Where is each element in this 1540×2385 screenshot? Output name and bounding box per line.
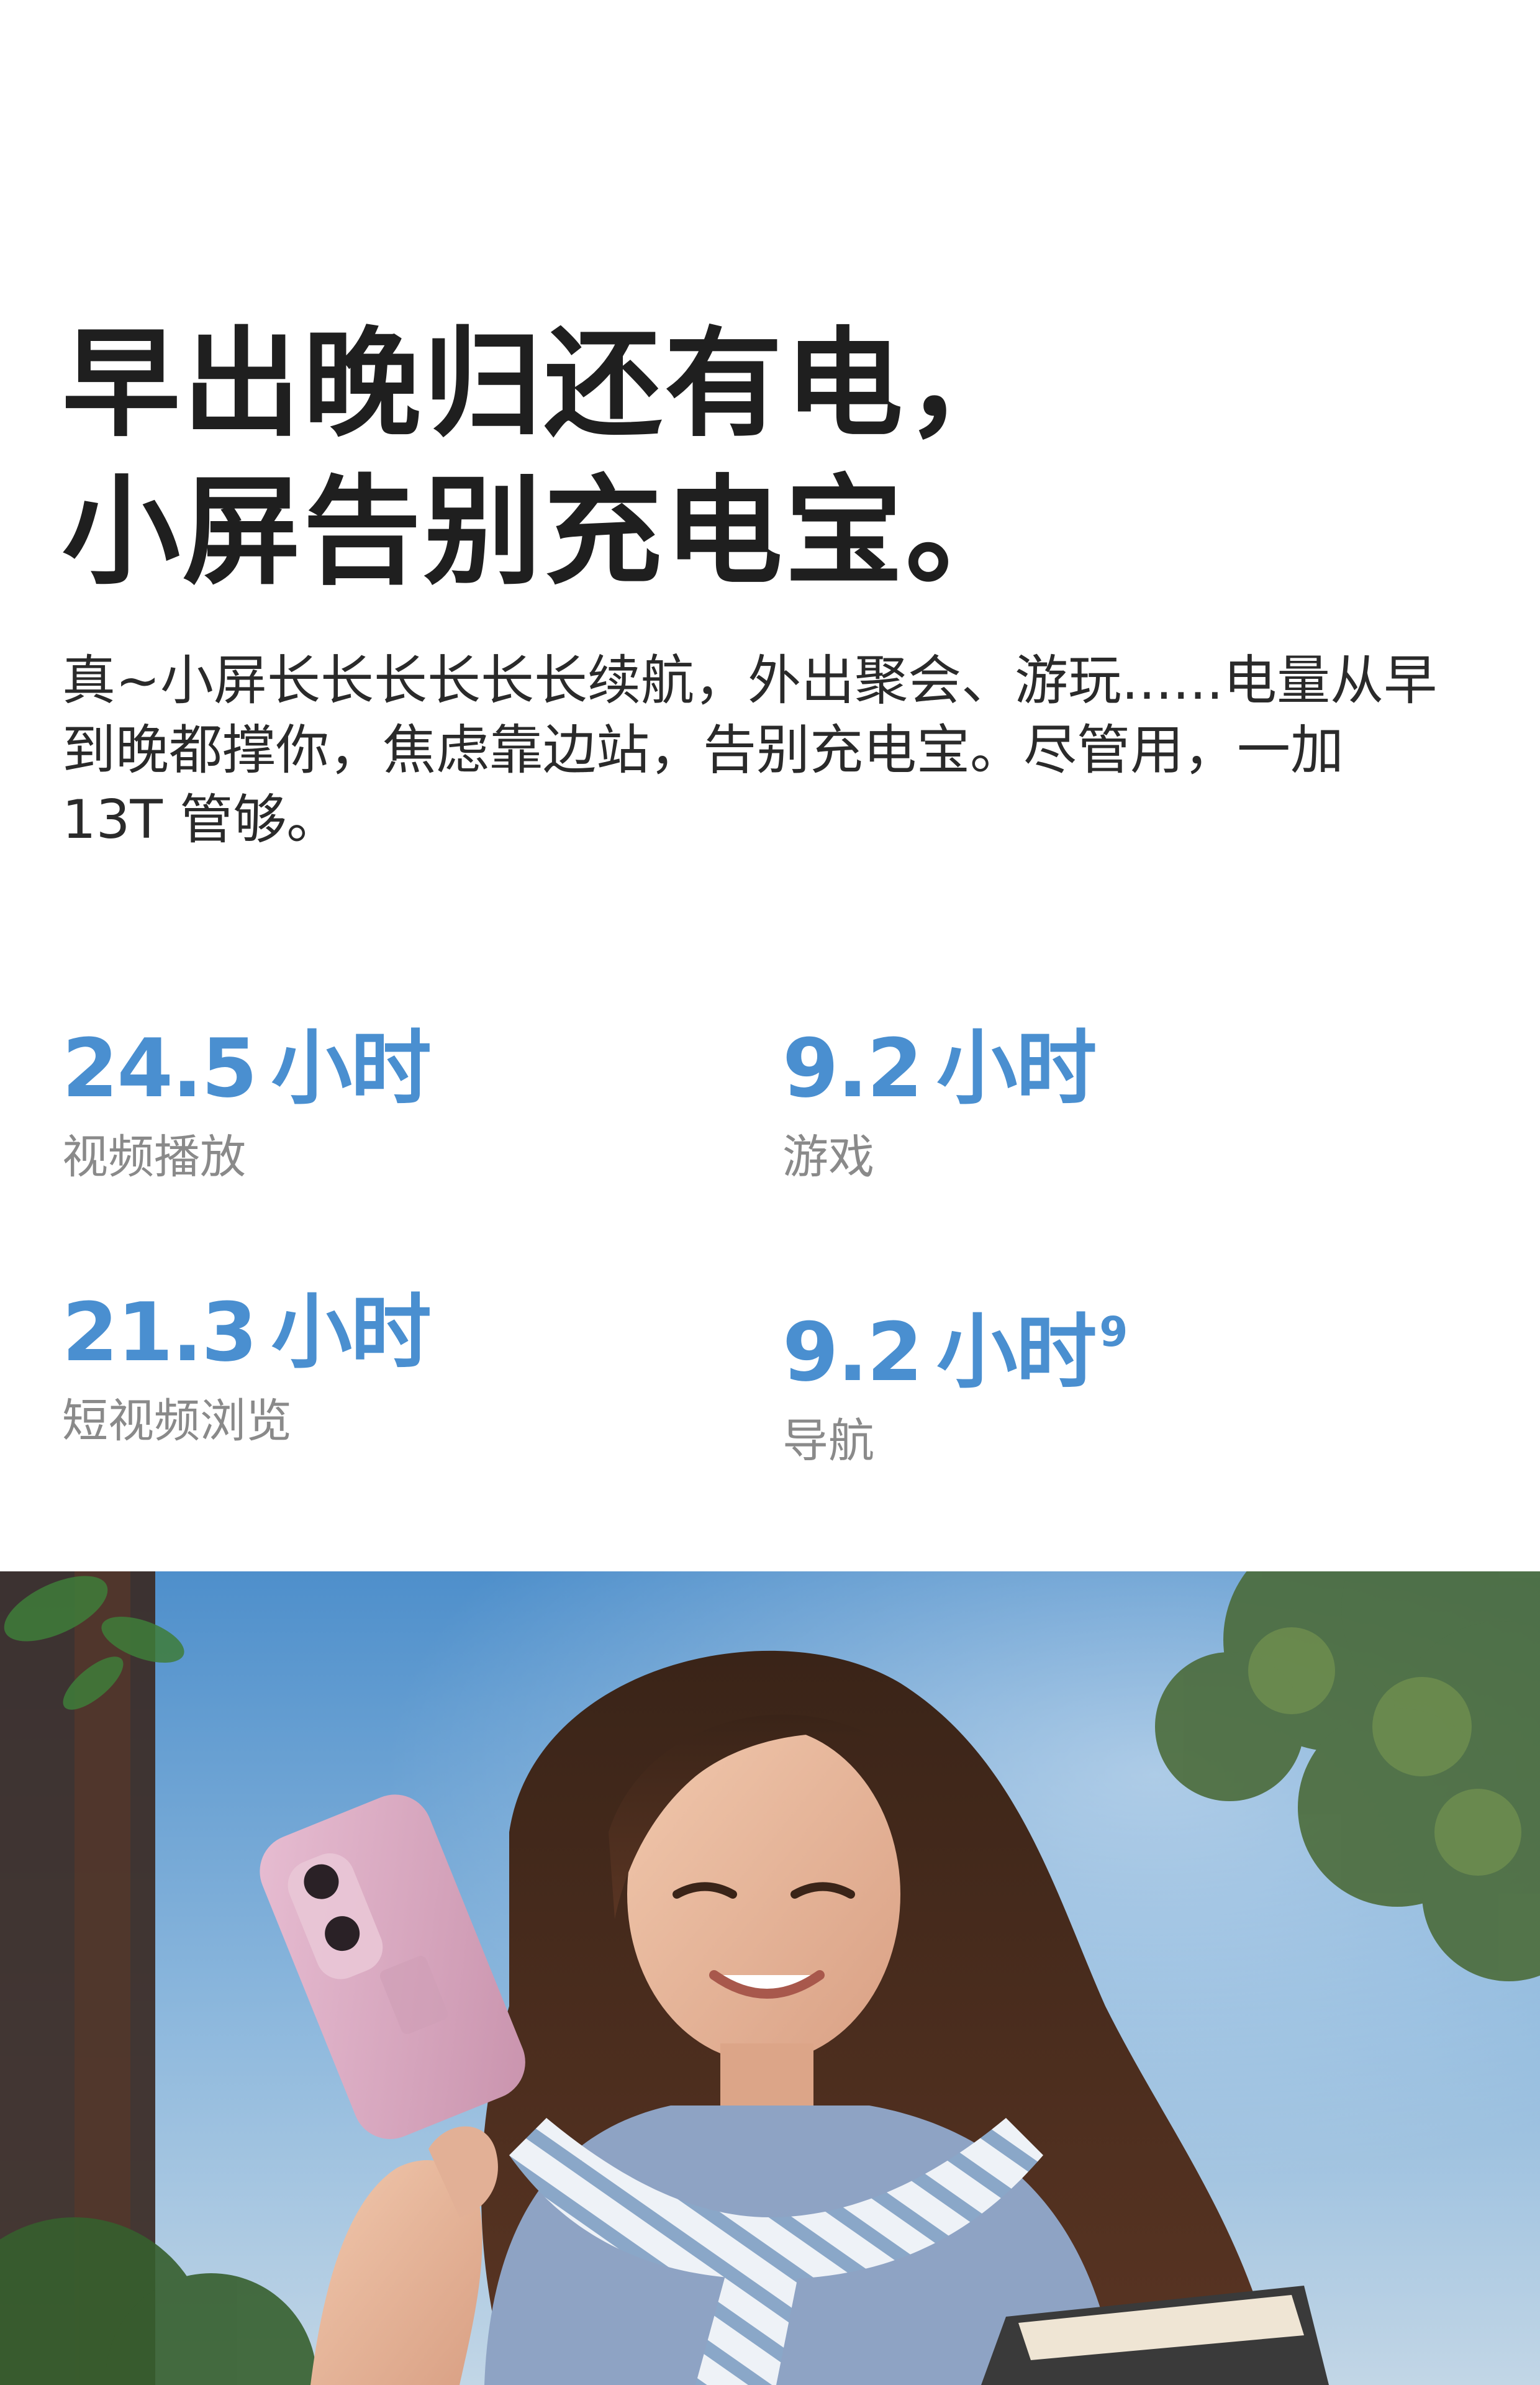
stat-gaming: 9.2 小时 游戏 bbox=[782, 1022, 1403, 1187]
stat-number: 21.3 bbox=[62, 1285, 258, 1379]
page: 早出晚归还有电， 小屏告别充电宝。 真~小屏长长长长长长续航，外出聚会、游玩..… bbox=[0, 0, 1540, 2385]
stat-short-video: 21.3 小时 短视频浏览 bbox=[62, 1286, 683, 1451]
stat-video-playback: 24.5 小时 视频播放 bbox=[62, 1022, 683, 1187]
footnote-marker: 9 bbox=[1099, 1308, 1128, 1356]
stat-value: 9.2 小时 bbox=[782, 1022, 1403, 1115]
stat-label: 视频播放 bbox=[62, 1130, 246, 1184]
stat-value: 9.2 小时9 bbox=[782, 1286, 1403, 1399]
stat-label: 短视频浏览 bbox=[62, 1394, 292, 1448]
stat-number: 9.2 bbox=[782, 1021, 923, 1115]
stat-navigation: 9.2 小时9 导航 bbox=[782, 1286, 1403, 1471]
headline-line-1: 早出晚归还有电， bbox=[62, 316, 1026, 453]
stat-value: 24.5 小时 bbox=[62, 1022, 683, 1115]
photo-illustration bbox=[0, 1571, 1540, 2385]
stat-number: 9.2 bbox=[782, 1305, 923, 1399]
stat-label: 游戏 bbox=[782, 1130, 874, 1184]
lifestyle-photo bbox=[0, 1571, 1540, 2385]
stat-label: 导航 bbox=[782, 1414, 874, 1468]
stat-unit: 小时 bbox=[271, 1021, 432, 1115]
stat-unit: 小时 bbox=[271, 1285, 432, 1379]
stat-unit: 小时 bbox=[936, 1021, 1097, 1115]
body-copy: 真~小屏长长长长长长续航，外出聚会、游玩......电量从早到晚都撑你，焦虑靠边… bbox=[62, 650, 1438, 851]
headline-line-2: 小屏告别充电宝。 bbox=[62, 463, 1026, 601]
headline: 早出晚归还有电， 小屏告别充电宝。 bbox=[62, 311, 1428, 606]
stat-number: 24.5 bbox=[62, 1021, 258, 1115]
stat-value: 21.3 小时 bbox=[62, 1286, 683, 1379]
stat-unit: 小时 bbox=[936, 1305, 1097, 1399]
